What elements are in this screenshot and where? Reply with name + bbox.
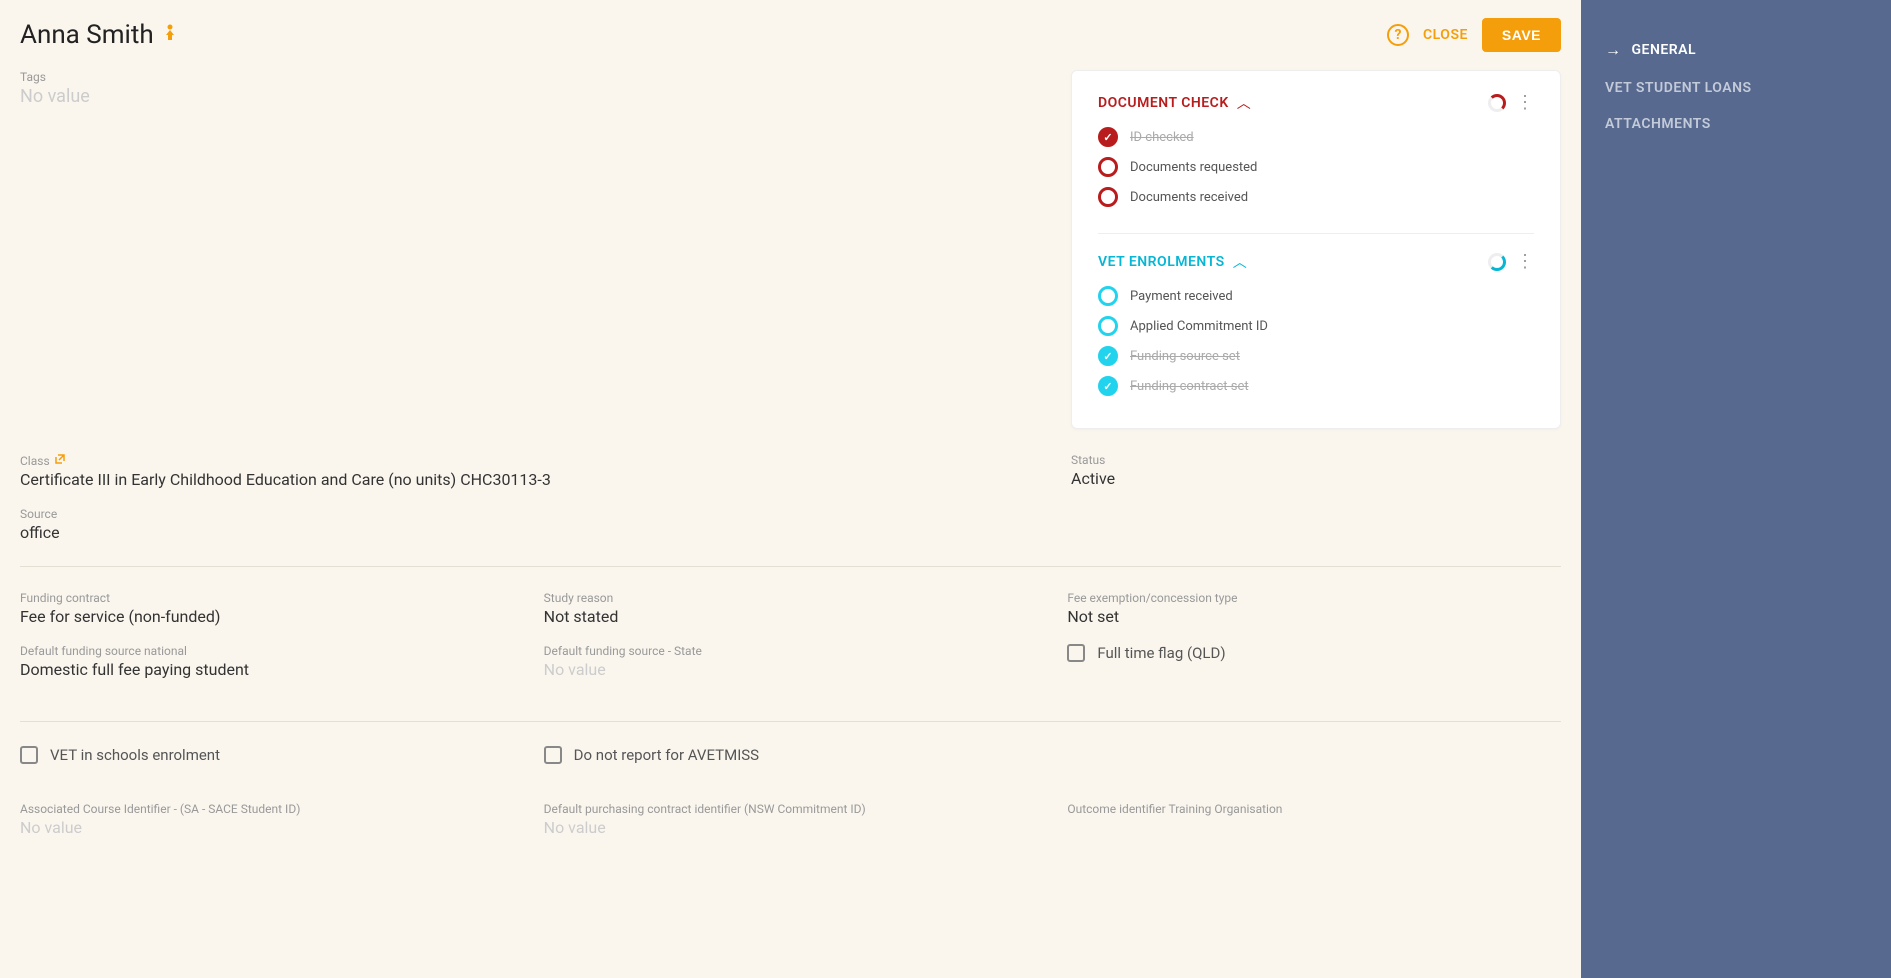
checklist-toggle[interactable]: VET ENROLMENTS ︿	[1098, 252, 1247, 272]
chevron-up-icon: ︿	[1237, 93, 1251, 113]
tags-value[interactable]: No value	[20, 86, 1047, 107]
close-button[interactable]: CLOSE	[1423, 27, 1468, 43]
class-value[interactable]: Certificate III in Early Childhood Educa…	[20, 470, 1041, 489]
checklist-item: Documents received	[1098, 187, 1534, 207]
checklist-document-check: DOCUMENT CHECK ︿ ⋮ ID checked	[1098, 93, 1534, 207]
source-value[interactable]: office	[20, 523, 1561, 542]
study-reason-value[interactable]: Not stated	[544, 607, 1038, 626]
checklist-item: Funding source set	[1098, 346, 1534, 366]
header: Anna Smith ? CLOSE SAVE	[20, 18, 1561, 52]
fee-exemption-value[interactable]: Not set	[1067, 607, 1561, 626]
progress-spinner-icon	[1488, 94, 1506, 112]
person-icon	[162, 24, 178, 47]
default-funding-national-label: Default funding source national	[20, 644, 514, 658]
checklist-item: ID checked	[1098, 127, 1534, 147]
progress-spinner-icon	[1488, 253, 1506, 271]
checklist-title: VET ENROLMENTS	[1098, 254, 1225, 270]
divider	[1098, 233, 1534, 234]
external-link-icon[interactable]	[54, 453, 66, 468]
checklist-item-label: Funding source set	[1130, 349, 1240, 364]
no-avetmiss-label: Do not report for AVETMISS	[574, 746, 759, 764]
checklist-item: Documents requested	[1098, 157, 1534, 177]
checklist-vet-enrolments: VET ENROLMENTS ︿ ⋮ Payment received	[1098, 252, 1534, 396]
checklist-item-label: ID checked	[1130, 130, 1194, 145]
checklists-panel: DOCUMENT CHECK ︿ ⋮ ID checked	[1071, 70, 1561, 429]
status-value[interactable]: Active	[1071, 469, 1561, 488]
purchasing-contract-value[interactable]: No value	[544, 818, 1038, 837]
checklist-item-label: Payment received	[1130, 289, 1233, 304]
checklist-item-label: Documents received	[1130, 190, 1248, 205]
funding-contract-value[interactable]: Fee for service (non-funded)	[20, 607, 514, 626]
default-funding-state-value[interactable]: No value	[544, 660, 1038, 679]
check-circle-icon[interactable]	[1098, 187, 1118, 207]
purchasing-contract-label: Default purchasing contract identifier (…	[544, 802, 1038, 816]
save-button[interactable]: SAVE	[1482, 18, 1561, 52]
chevron-up-icon: ︿	[1233, 252, 1247, 272]
sidebar: → GENERAL VET STUDENT LOANS ATTACHMENTS	[1581, 0, 1891, 978]
page-title: Anna Smith	[20, 20, 154, 50]
default-funding-state-label: Default funding source - State	[544, 644, 1038, 658]
checklist-item-label: Applied Commitment ID	[1130, 319, 1268, 334]
vet-schools-checkbox[interactable]	[20, 746, 38, 764]
assoc-course-label: Associated Course Identifier - (SA - SAC…	[20, 802, 514, 816]
divider	[20, 566, 1561, 567]
sidebar-item-label: ATTACHMENTS	[1605, 116, 1711, 132]
source-label: Source	[20, 507, 1561, 521]
sidebar-item-vet-student-loans[interactable]: VET STUDENT LOANS	[1605, 70, 1867, 106]
funding-contract-label: Funding contract	[20, 591, 514, 605]
full-time-flag-checkbox[interactable]	[1067, 644, 1085, 662]
full-time-flag-label: Full time flag (QLD)	[1097, 644, 1225, 662]
checklist-toggle[interactable]: DOCUMENT CHECK ︿	[1098, 93, 1251, 113]
checklist-item-label: Documents requested	[1130, 160, 1257, 175]
fee-exemption-label: Fee exemption/concession type	[1067, 591, 1561, 605]
no-avetmiss-checkbox[interactable]	[544, 746, 562, 764]
checklist-item-label: Funding contract set	[1130, 379, 1249, 394]
check-circle-icon[interactable]	[1098, 127, 1118, 147]
check-circle-icon[interactable]	[1098, 316, 1118, 336]
check-circle-icon[interactable]	[1098, 346, 1118, 366]
checklist-item: Applied Commitment ID	[1098, 316, 1534, 336]
sidebar-item-attachments[interactable]: ATTACHMENTS	[1605, 106, 1867, 142]
checklist-title: DOCUMENT CHECK	[1098, 95, 1229, 111]
check-circle-icon[interactable]	[1098, 376, 1118, 396]
study-reason-label: Study reason	[544, 591, 1038, 605]
check-circle-icon[interactable]	[1098, 157, 1118, 177]
tags-label: Tags	[20, 70, 1047, 84]
check-circle-icon[interactable]	[1098, 286, 1118, 306]
sidebar-item-label: GENERAL	[1632, 42, 1697, 58]
assoc-course-value[interactable]: No value	[20, 818, 514, 837]
divider	[20, 721, 1561, 722]
outcome-identifier-label: Outcome identifier Training Organisation	[1067, 802, 1561, 816]
status-label: Status	[1071, 453, 1561, 467]
vet-schools-label: VET in schools enrolment	[50, 746, 220, 764]
arrow-right-icon: →	[1605, 40, 1622, 60]
class-label: Class	[20, 453, 1041, 468]
checklist-item: Payment received	[1098, 286, 1534, 306]
sidebar-item-label: VET STUDENT LOANS	[1605, 80, 1752, 96]
checklist-item: Funding contract set	[1098, 376, 1534, 396]
sidebar-item-general[interactable]: → GENERAL	[1605, 30, 1867, 70]
default-funding-national-value[interactable]: Domestic full fee paying student	[20, 660, 514, 679]
help-icon[interactable]: ?	[1387, 24, 1409, 46]
main-content: Anna Smith ? CLOSE SAVE Tags No value	[0, 0, 1581, 978]
